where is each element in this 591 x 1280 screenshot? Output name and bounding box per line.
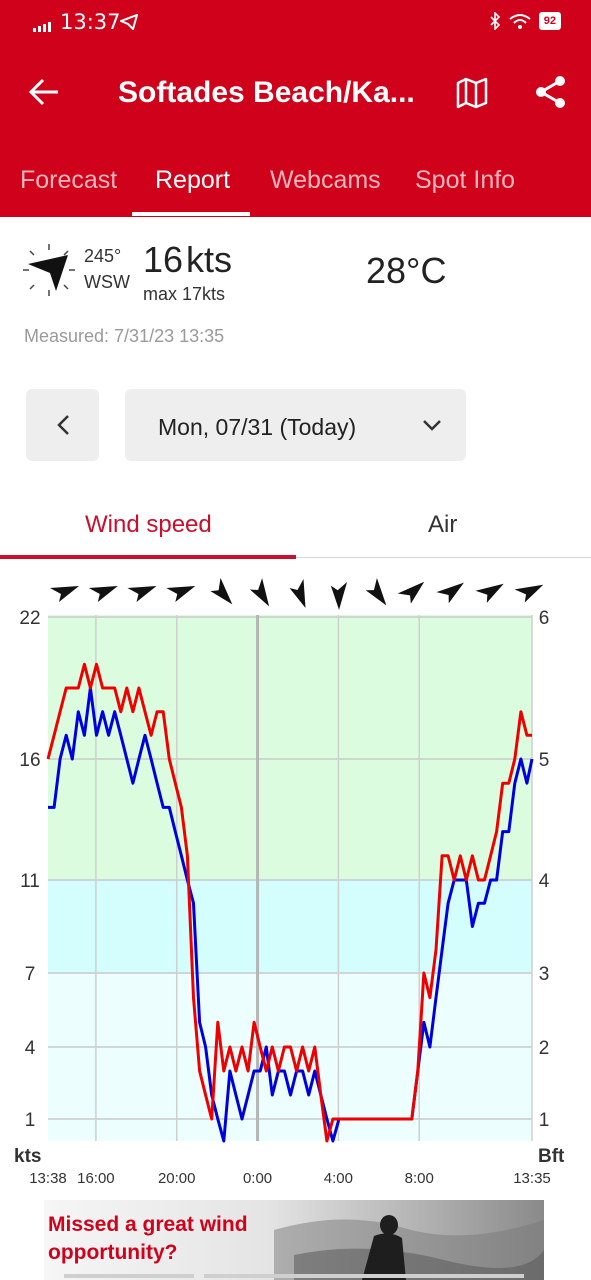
wind-chart: 221611741654321kts Bft13:38 16:00 20:00 0:00… — [14, 577, 565, 1187]
y2-tick-label: 3 — [539, 964, 550, 985]
banner-text: Missed a great wind opportunity? — [48, 1213, 248, 1264]
wind-direction-arrow — [88, 586, 118, 602]
tab-spot-info[interactable]: Spot Info — [415, 166, 515, 195]
wind-direction-arrow — [365, 577, 387, 606]
y-tick-label: 1 — [25, 1110, 36, 1131]
back-arrow-icon[interactable] — [28, 76, 60, 108]
main-tabs: Forecast Report Webcams Spot Info — [0, 160, 591, 217]
y-tick-label: 22 — [19, 608, 40, 629]
selected-date: Mon, 07/31 (Today) — [158, 414, 357, 440]
wind-direction-arrow — [514, 584, 544, 603]
subtab-divider — [296, 557, 591, 558]
share-icon[interactable] — [533, 74, 569, 110]
y-tick-label: 16 — [19, 750, 40, 771]
signal-icon — [33, 22, 51, 32]
chart-zone-green — [48, 615, 532, 880]
y2-tick-label: 1 — [539, 1110, 550, 1131]
tab-wind-speed[interactable]: Wind speed — [85, 511, 212, 539]
chevron-down-icon — [423, 420, 441, 431]
y2-tick-label: 2 — [539, 1038, 550, 1059]
chart-zone-pale — [48, 973, 532, 1141]
wind-direction-arrow — [330, 581, 348, 610]
map-icon[interactable] — [455, 76, 489, 110]
measured-time: Measured: 7/31/23 13:35 — [24, 326, 225, 346]
y-tick-label: 7 — [25, 964, 36, 985]
chart-zone-cyan — [48, 880, 532, 973]
x-tick-label: 4:00 — [324, 1170, 353, 1187]
wind-max: max 17kts — [143, 284, 226, 304]
x-tick-label: 16:00 — [77, 1170, 115, 1187]
wind-direction-arrow — [166, 586, 196, 602]
wind-direction-arrow — [50, 586, 79, 602]
active-tab-indicator — [132, 212, 250, 216]
wind-direction-arrow — [289, 579, 306, 608]
direction-degrees: 245° — [84, 246, 122, 266]
promo-banner[interactable]: Missed a great wind opportunity? — [44, 1200, 544, 1280]
wind-direction-icon — [23, 244, 75, 296]
y-tick-label: 4 — [25, 1038, 36, 1059]
wind-direction-arrow — [436, 582, 464, 604]
wind-direction-arrow — [210, 577, 233, 605]
y-axis-unit: kts — [14, 1146, 41, 1167]
y2-tick-label: 6 — [539, 608, 550, 629]
tab-webcams[interactable]: Webcams — [270, 166, 381, 195]
x-tick-label: 0:00 — [243, 1170, 272, 1187]
wifi-icon — [509, 14, 531, 29]
page-title: Softades Beach/Ka... — [118, 76, 415, 109]
tab-report[interactable]: Report — [155, 166, 230, 195]
app-header: 13:37 92 Softades Beach/Ka... Forecast R… — [0, 0, 591, 217]
status-bar: 13:37 92 — [0, 0, 591, 48]
x-tick-label: 8:00 — [405, 1170, 434, 1187]
wind-direction-arrow — [397, 581, 425, 604]
telegram-icon — [120, 14, 138, 30]
chevron-left-icon — [56, 415, 69, 435]
bluetooth-icon — [490, 12, 500, 30]
temperature: 28°C — [366, 250, 447, 291]
y2-tick-label: 4 — [539, 871, 550, 892]
y2-tick-label: 5 — [539, 750, 550, 771]
status-icons: 92 — [489, 12, 561, 30]
wind-direction-arrow — [127, 586, 157, 602]
tab-forecast[interactable]: Forecast — [20, 166, 117, 195]
wind-direction-arrow — [475, 583, 504, 603]
battery-icon: 92 — [538, 12, 561, 30]
status-time: 13:37 — [60, 10, 121, 34]
active-subtab-indicator — [0, 555, 296, 559]
x-tick-label: 13:38 — [29, 1170, 67, 1187]
wind-speed: 16kts — [143, 239, 233, 280]
previous-day-button[interactable] — [26, 389, 99, 461]
y-tick-label: 11 — [20, 871, 40, 892]
y2-axis-unit: Bft — [538, 1146, 565, 1167]
x-tick-label: 20:00 — [158, 1170, 196, 1187]
direction-name: WSW — [84, 272, 130, 292]
tab-air[interactable]: Air — [428, 511, 457, 539]
x-tick-label: 13:35 — [513, 1170, 551, 1187]
date-select[interactable]: Mon, 07/31 (Today) — [125, 389, 466, 461]
wind-direction-arrow — [249, 578, 270, 607]
